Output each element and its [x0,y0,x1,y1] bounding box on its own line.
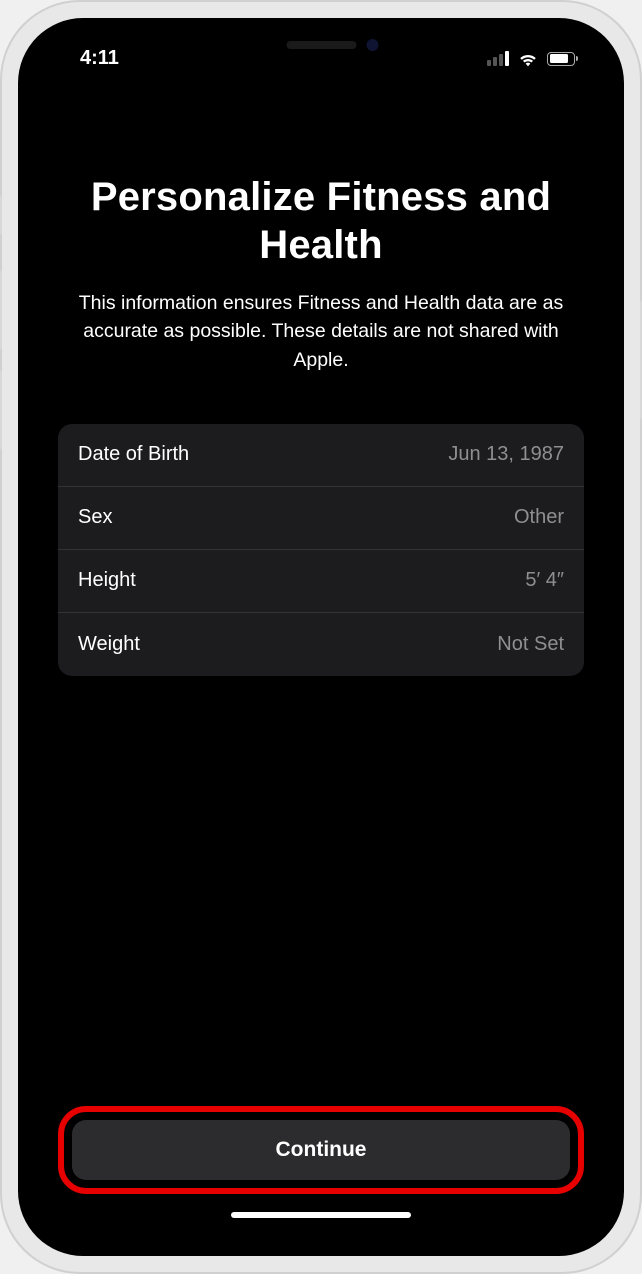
details-row-date-of-birth[interactable]: Date of Birth Jun 13, 1987 [58,424,584,487]
screen: 4:11 [28,28,614,1246]
status-right [487,50,578,68]
row-label: Weight [78,633,140,656]
annotation-highlight: Continue [58,1106,584,1194]
page-subtitle: This information ensures Fitness and Hea… [58,289,584,374]
phone-frame: 4:11 [0,0,642,1274]
notch [204,28,439,66]
continue-button[interactable]: Continue [72,1120,570,1180]
details-row-weight[interactable]: Weight Not Set [58,613,584,676]
content-area: Personalize Fitness and Health This info… [28,28,614,1246]
row-value: Not Set [497,633,564,656]
details-row-height[interactable]: Height 5′ 4″ [58,550,584,613]
home-indicator[interactable] [231,1212,411,1218]
phone-bezel: 4:11 [18,18,624,1256]
page-title: Personalize Fitness and Health [58,173,584,269]
status-time: 4:11 [80,47,119,70]
row-value: Jun 13, 1987 [448,443,564,466]
front-camera-icon [367,39,379,51]
bottom-area: Continue [58,1106,584,1246]
side-button [0,270,2,350]
battery-icon [547,52,578,66]
row-label: Sex [78,506,112,529]
row-value: Other [514,506,564,529]
details-card: Date of Birth Jun 13, 1987 Sex Other Hei… [58,424,584,676]
cellular-signal-icon [487,51,509,66]
row-label: Date of Birth [78,443,189,466]
row-value: 5′ 4″ [525,569,564,592]
wifi-icon [517,50,539,68]
side-button [0,195,2,235]
details-row-sex[interactable]: Sex Other [58,487,584,550]
side-button [0,370,2,450]
row-label: Height [78,569,136,592]
